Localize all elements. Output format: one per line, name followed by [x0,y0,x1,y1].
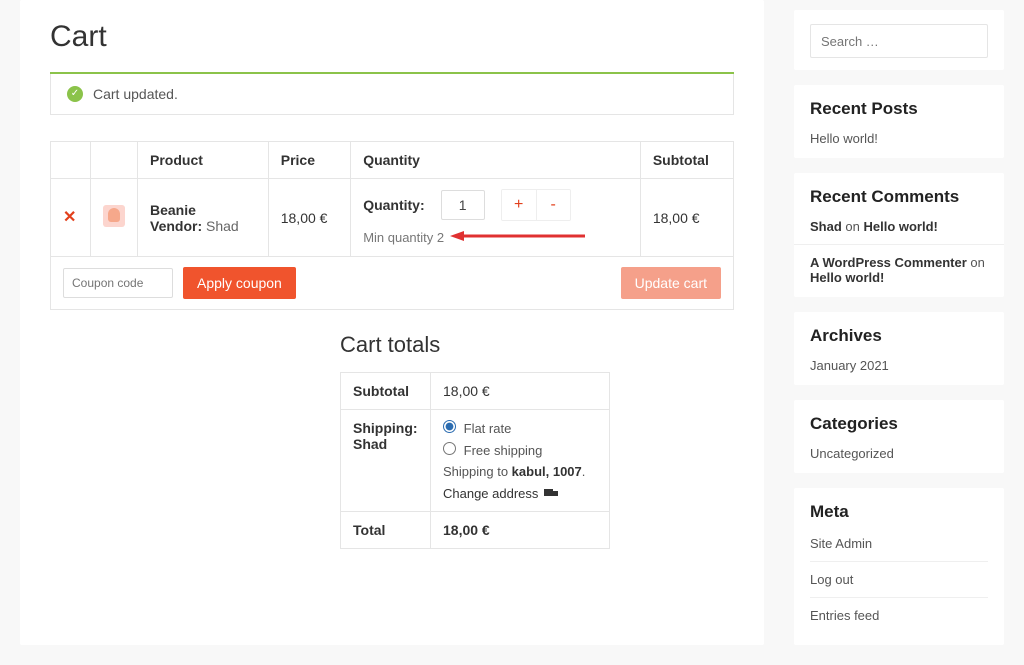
recent-posts-widget: Recent Posts Hello world! [794,85,1004,158]
comment-post[interactable]: Hello world! [810,270,884,285]
archive-link[interactable]: January 2021 [810,358,988,373]
check-icon: ✓ [67,86,83,102]
comment-author[interactable]: Shad [810,219,842,234]
qty-plus-button[interactable]: + [502,190,536,220]
remove-item-button[interactable]: ✕ [63,210,76,226]
cart-totals: Cart totals Subtotal 18,00 € Shipping: S… [340,332,734,549]
recent-post-link[interactable]: Hello world! [810,131,988,146]
product-cell: Beanie Vendor: Shad [138,179,269,257]
flat-rate-label: Flat rate [464,421,512,436]
shipping-free[interactable]: Free shipping [443,442,597,458]
change-address-link[interactable]: Change address [443,486,558,501]
search-widget [794,10,1004,70]
archives-widget: Archives January 2021 [794,312,1004,385]
recent-comments-title: Recent Comments [810,187,988,207]
shipping-options: Flat rate Free shipping Shipping to kabu… [431,410,610,512]
price-cell: 18,00 € [268,179,350,257]
recent-comment-item: Shad on Hello world! [810,219,988,234]
sidebar: Recent Posts Hello world! Recent Comment… [794,0,1004,645]
comment-author[interactable]: A WordPress Commenter [810,255,967,270]
meta-title: Meta [810,502,988,522]
annotation-arrow-icon [450,229,590,246]
main-content: Cart ✓ Cart updated. Product Price Quant… [20,0,764,645]
search-input[interactable] [810,24,988,58]
recent-comment-item: A WordPress Commenter on Hello world! [794,244,1004,285]
flat-rate-radio[interactable] [443,420,456,433]
archives-title: Archives [810,326,988,346]
shipping-destination: Shipping to kabul, 1007. [443,464,597,479]
col-quantity: Quantity [351,142,641,179]
col-thumb [91,142,138,179]
subtotal-cell: 18,00 € [640,179,733,257]
cart-notice: ✓ Cart updated. [50,74,734,115]
col-price: Price [268,142,350,179]
free-shipping-label: Free shipping [464,443,543,458]
col-remove [51,142,91,179]
vendor-name: Shad [206,218,239,234]
quantity-cell: Quantity: + - Min quantity 2 [351,179,641,257]
shipping-label: Shipping: Shad [341,410,431,512]
product-thumbnail[interactable] [103,205,125,227]
free-shipping-radio[interactable] [443,442,456,455]
col-subtotal: Subtotal [640,142,733,179]
update-cart-button[interactable]: Update cart [621,267,721,299]
col-product: Product [138,142,269,179]
product-name[interactable]: Beanie [150,202,196,218]
quantity-input[interactable] [441,190,485,220]
page-title: Cart [50,20,734,54]
min-quantity-note: Min quantity 2 [363,230,444,245]
subtotal-value: 18,00 € [431,373,610,410]
subtotal-label: Subtotal [341,373,431,410]
apply-coupon-button[interactable]: Apply coupon [183,267,296,299]
notice-text: Cart updated. [93,86,178,102]
coupon-input[interactable] [63,268,173,298]
meta-log-out[interactable]: Log out [810,561,988,597]
cart-actions-row: Apply coupon Update cart [51,257,734,310]
comment-post[interactable]: Hello world! [863,219,937,234]
quantity-label: Quantity: [363,197,424,213]
shipping-flat-rate[interactable]: Flat rate [443,420,597,436]
total-value: 18,00 € [431,512,610,549]
total-label: Total [341,512,431,549]
meta-site-admin[interactable]: Site Admin [810,534,988,561]
truck-icon [544,489,558,499]
table-row: ✕ Beanie Vendor: Shad 18,00 € Quantity: [51,179,734,257]
quantity-stepper: + - [501,189,571,221]
categories-title: Categories [810,414,988,434]
qty-minus-button[interactable]: - [536,190,570,220]
recent-comments-widget: Recent Comments Shad on Hello world! A W… [794,173,1004,297]
vendor-label: Vendor: [150,218,202,234]
cart-table: Product Price Quantity Subtotal ✕ Beanie [50,141,734,310]
category-link[interactable]: Uncategorized [810,446,988,461]
meta-entries-feed[interactable]: Entries feed [810,597,988,633]
cart-totals-title: Cart totals [340,332,734,358]
meta-widget: Meta Site Admin Log out Entries feed [794,488,1004,645]
categories-widget: Categories Uncategorized [794,400,1004,473]
recent-posts-title: Recent Posts [810,99,988,119]
